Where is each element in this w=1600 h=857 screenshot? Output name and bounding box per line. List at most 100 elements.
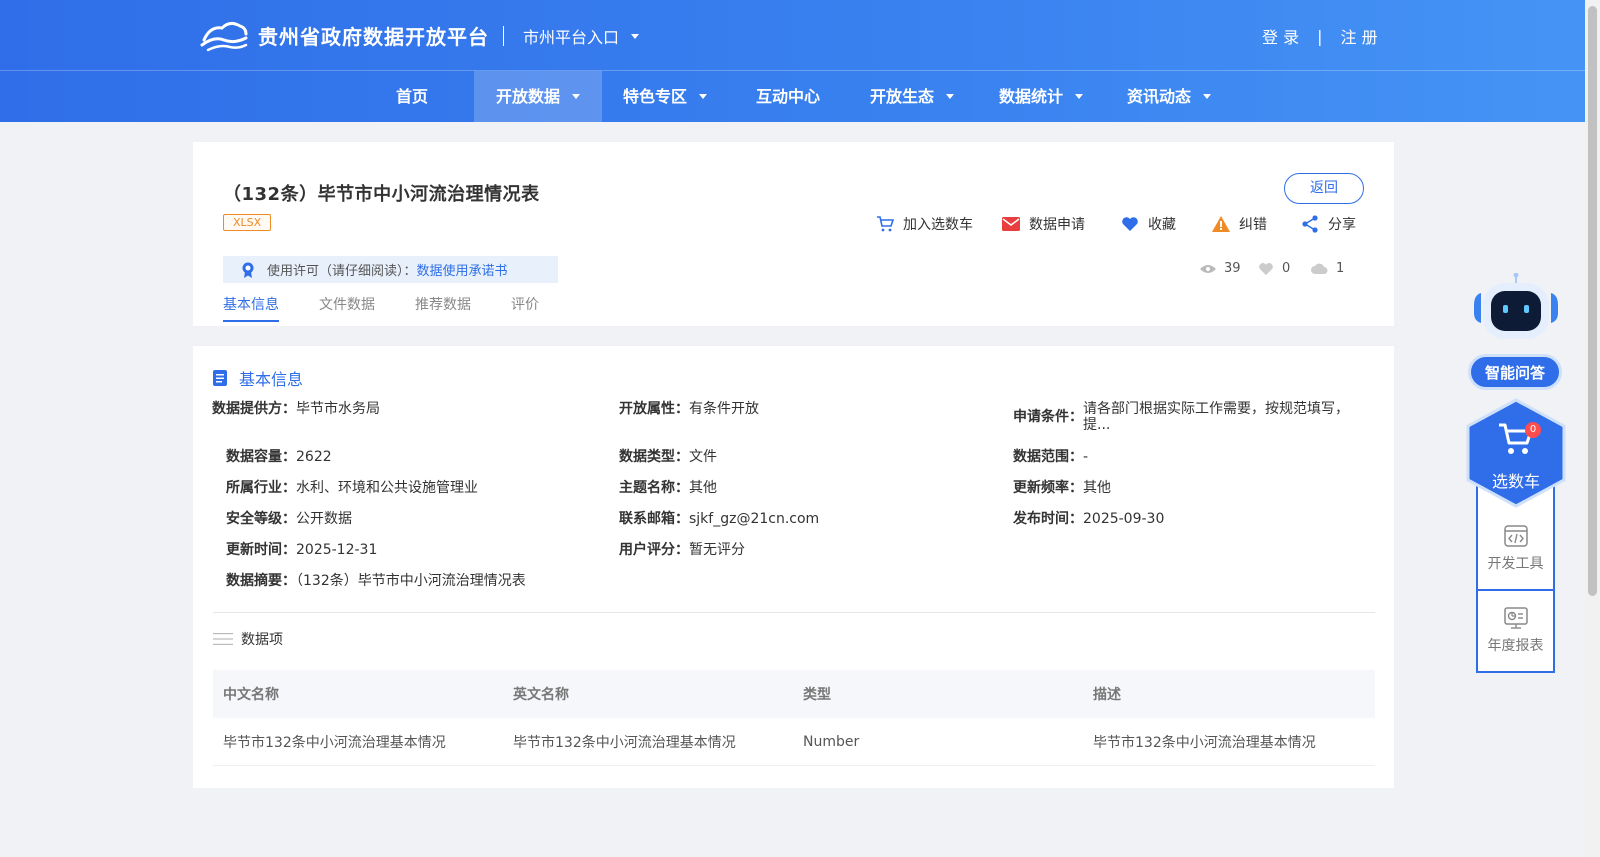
eye-icon — [1200, 264, 1216, 273]
data-items-title: 数据项 — [241, 632, 283, 648]
warning-icon — [1212, 216, 1230, 232]
annual-report-label: 年度报表 — [1487, 638, 1544, 654]
field-theme: 主题名称：其他 — [619, 480, 717, 496]
view-count: 39 — [1200, 261, 1241, 276]
cloud-logo-icon — [200, 21, 248, 52]
share-button[interactable]: 分享 — [1301, 214, 1356, 234]
auth-separator: | — [1317, 26, 1323, 46]
report-icon — [1503, 607, 1528, 629]
view-count-value: 39 — [1224, 261, 1241, 276]
field-industry: 所属行业：水利、环境和公共设施管理业 — [226, 480, 478, 496]
field-open-attr: 开放属性：有条件开放 — [619, 401, 759, 417]
license-link[interactable]: 数据使用承诺书 — [417, 260, 508, 279]
site-logo[interactable]: 贵州省政府数据开放平台 — [200, 18, 489, 52]
like-count-value: 0 — [1282, 261, 1291, 276]
ai-robot-avatar[interactable] — [1471, 272, 1561, 343]
share-label: 分享 — [1328, 217, 1356, 233]
field-capacity: 数据容量：2622 — [226, 449, 332, 465]
like-count: 0 — [1258, 261, 1290, 276]
site-title: 贵州省政府数据开放平台 — [258, 24, 489, 49]
chevron-down-icon — [1075, 94, 1083, 99]
header-divider — [503, 26, 504, 46]
login-link[interactable]: 登 录 — [1262, 24, 1299, 48]
nav-item-home[interactable]: 首页 — [387, 71, 437, 122]
chevron-down-icon — [572, 94, 580, 99]
nav-item-ecosystem[interactable]: 开放生态 — [867, 71, 957, 122]
nav-item-special-zone[interactable]: 特色专区 — [620, 71, 710, 122]
table-cell: 毕节市132条中小河流治理基本情况 — [1093, 734, 1316, 751]
field-email: 联系邮箱：sjkf_gz@21cn.com — [619, 511, 820, 527]
table-header: 中文名称 英文名称 类型 描述 — [213, 670, 1375, 718]
mail-icon — [1002, 217, 1020, 231]
selection-cart-button[interactable]: 0 选数车 — [1466, 398, 1566, 508]
section-title-label: 基本信息 — [239, 370, 304, 389]
favorite-label: 收藏 — [1148, 217, 1176, 233]
field-summary: 数据摘要：（132条）毕节市中小河流治理情况表 — [226, 573, 526, 589]
city-platform-dropdown[interactable]: 市州平台入口 — [523, 24, 640, 48]
column-header: 英文名称 — [513, 687, 569, 703]
nav-item-open-data[interactable]: 开放数据 — [474, 71, 602, 122]
favorite-button[interactable]: 收藏 — [1121, 214, 1176, 234]
basic-info-card: 基本信息 数据提供方：毕节市水务局 开放属性：有条件开放 申请条件： 请各部门根据… — [193, 346, 1394, 788]
nav-item-statistics[interactable]: 数据统计 — [996, 71, 1086, 122]
nav-label: 开放数据 — [495, 87, 560, 106]
tab-reviews[interactable]: 评价 — [511, 294, 539, 322]
table-cell: Number — [803, 733, 860, 750]
dev-tools-button[interactable]: 开发工具 — [1478, 525, 1553, 573]
format-badge: XLSX — [223, 214, 272, 231]
download-count: 1 — [1311, 261, 1344, 276]
scrollbar-thumb[interactable] — [1588, 6, 1597, 596]
nav-label: 资讯动态 — [1126, 87, 1191, 106]
award-icon — [242, 262, 254, 278]
cart-count-badge: 0 — [1525, 422, 1541, 438]
chevron-down-icon — [631, 33, 640, 39]
list-icon — [213, 633, 233, 645]
annual-report-button[interactable]: 年度报表 — [1478, 607, 1553, 655]
field-rating: 用户评分：暂无评分 — [619, 542, 745, 558]
column-header: 类型 — [803, 687, 831, 703]
field-frequency: 更新频率：其他 — [1013, 480, 1111, 496]
heart-outline-icon — [1259, 262, 1273, 275]
table-cell: 毕节市132条中小河流治理基本情况 — [223, 734, 446, 751]
chevron-down-icon — [1203, 94, 1211, 99]
download-count-value: 1 — [1336, 261, 1345, 276]
nav-item-interaction[interactable]: 互动中心 — [755, 71, 821, 122]
page-scrollbar[interactable] — [1585, 0, 1600, 857]
tab-basic-info[interactable]: 基本信息 — [223, 294, 279, 322]
share-icon — [1302, 215, 1318, 233]
site-header: 贵州省政府数据开放平台 市州平台入口 登 录 | 注 册 首页 开放数据 特色专… — [0, 0, 1585, 122]
page-title: （132条）毕节市中小河流治理情况表 — [223, 184, 540, 205]
table-cell: 毕节市132条中小河流治理基本情况 — [513, 734, 736, 751]
register-link[interactable]: 注 册 — [1340, 24, 1377, 48]
cloud-download-icon — [1311, 263, 1328, 274]
data-items-heading: 数据项 — [213, 629, 283, 649]
license-label: 使用许可（请仔细阅读）： — [267, 264, 417, 279]
cart-icon — [877, 216, 894, 232]
cart-label: 选数车 — [1491, 472, 1540, 491]
smart-qa-button[interactable]: 智能问答 — [1468, 354, 1562, 390]
data-items-table: 中文名称 英文名称 类型 描述 毕节市132条中小河流治理基本情况 毕节市132… — [213, 670, 1375, 766]
add-to-cart-label: 加入选数车 — [903, 217, 973, 233]
detail-tabs: 基本信息 文件数据 推荐数据 评价 — [223, 294, 579, 322]
main-nav: 首页 开放数据 特色专区 互动中心 开放生态 数据统计 资讯动态 — [0, 71, 1585, 122]
field-provider: 数据提供方：毕节市水务局 — [212, 401, 380, 417]
back-button[interactable]: 返回 — [1284, 173, 1364, 204]
add-to-cart-button[interactable]: 加入选数车 — [876, 214, 973, 234]
data-request-button[interactable]: 数据申请 — [1002, 214, 1085, 234]
section-divider — [213, 612, 1375, 613]
dataset-header-card: （132条）毕节市中小河流治理情况表 XLSX 返回 加入选数车 数据申请 收藏… — [193, 142, 1394, 326]
chevron-down-icon — [946, 94, 954, 99]
field-publish-time: 发布时间：2025-09-30 — [1013, 511, 1165, 527]
heart-icon — [1122, 217, 1138, 231]
tab-file-data[interactable]: 文件数据 — [319, 294, 375, 322]
nav-label: 互动中心 — [755, 87, 820, 106]
nav-item-news[interactable]: 资讯动态 — [1124, 71, 1214, 122]
tool-panel: 开发工具 年度报表 — [1476, 485, 1555, 673]
code-icon — [1503, 525, 1528, 547]
field-update-time: 更新时间：2025-12-31 — [226, 542, 378, 558]
tool-divider — [1478, 589, 1553, 591]
field-apply-condition: 申请条件： 请各部门根据实际工作需要，按规范填写，提... — [1013, 401, 1349, 433]
tab-recommended[interactable]: 推荐数据 — [415, 294, 471, 322]
column-header: 描述 — [1093, 687, 1121, 703]
report-error-button[interactable]: 纠错 — [1212, 214, 1267, 234]
